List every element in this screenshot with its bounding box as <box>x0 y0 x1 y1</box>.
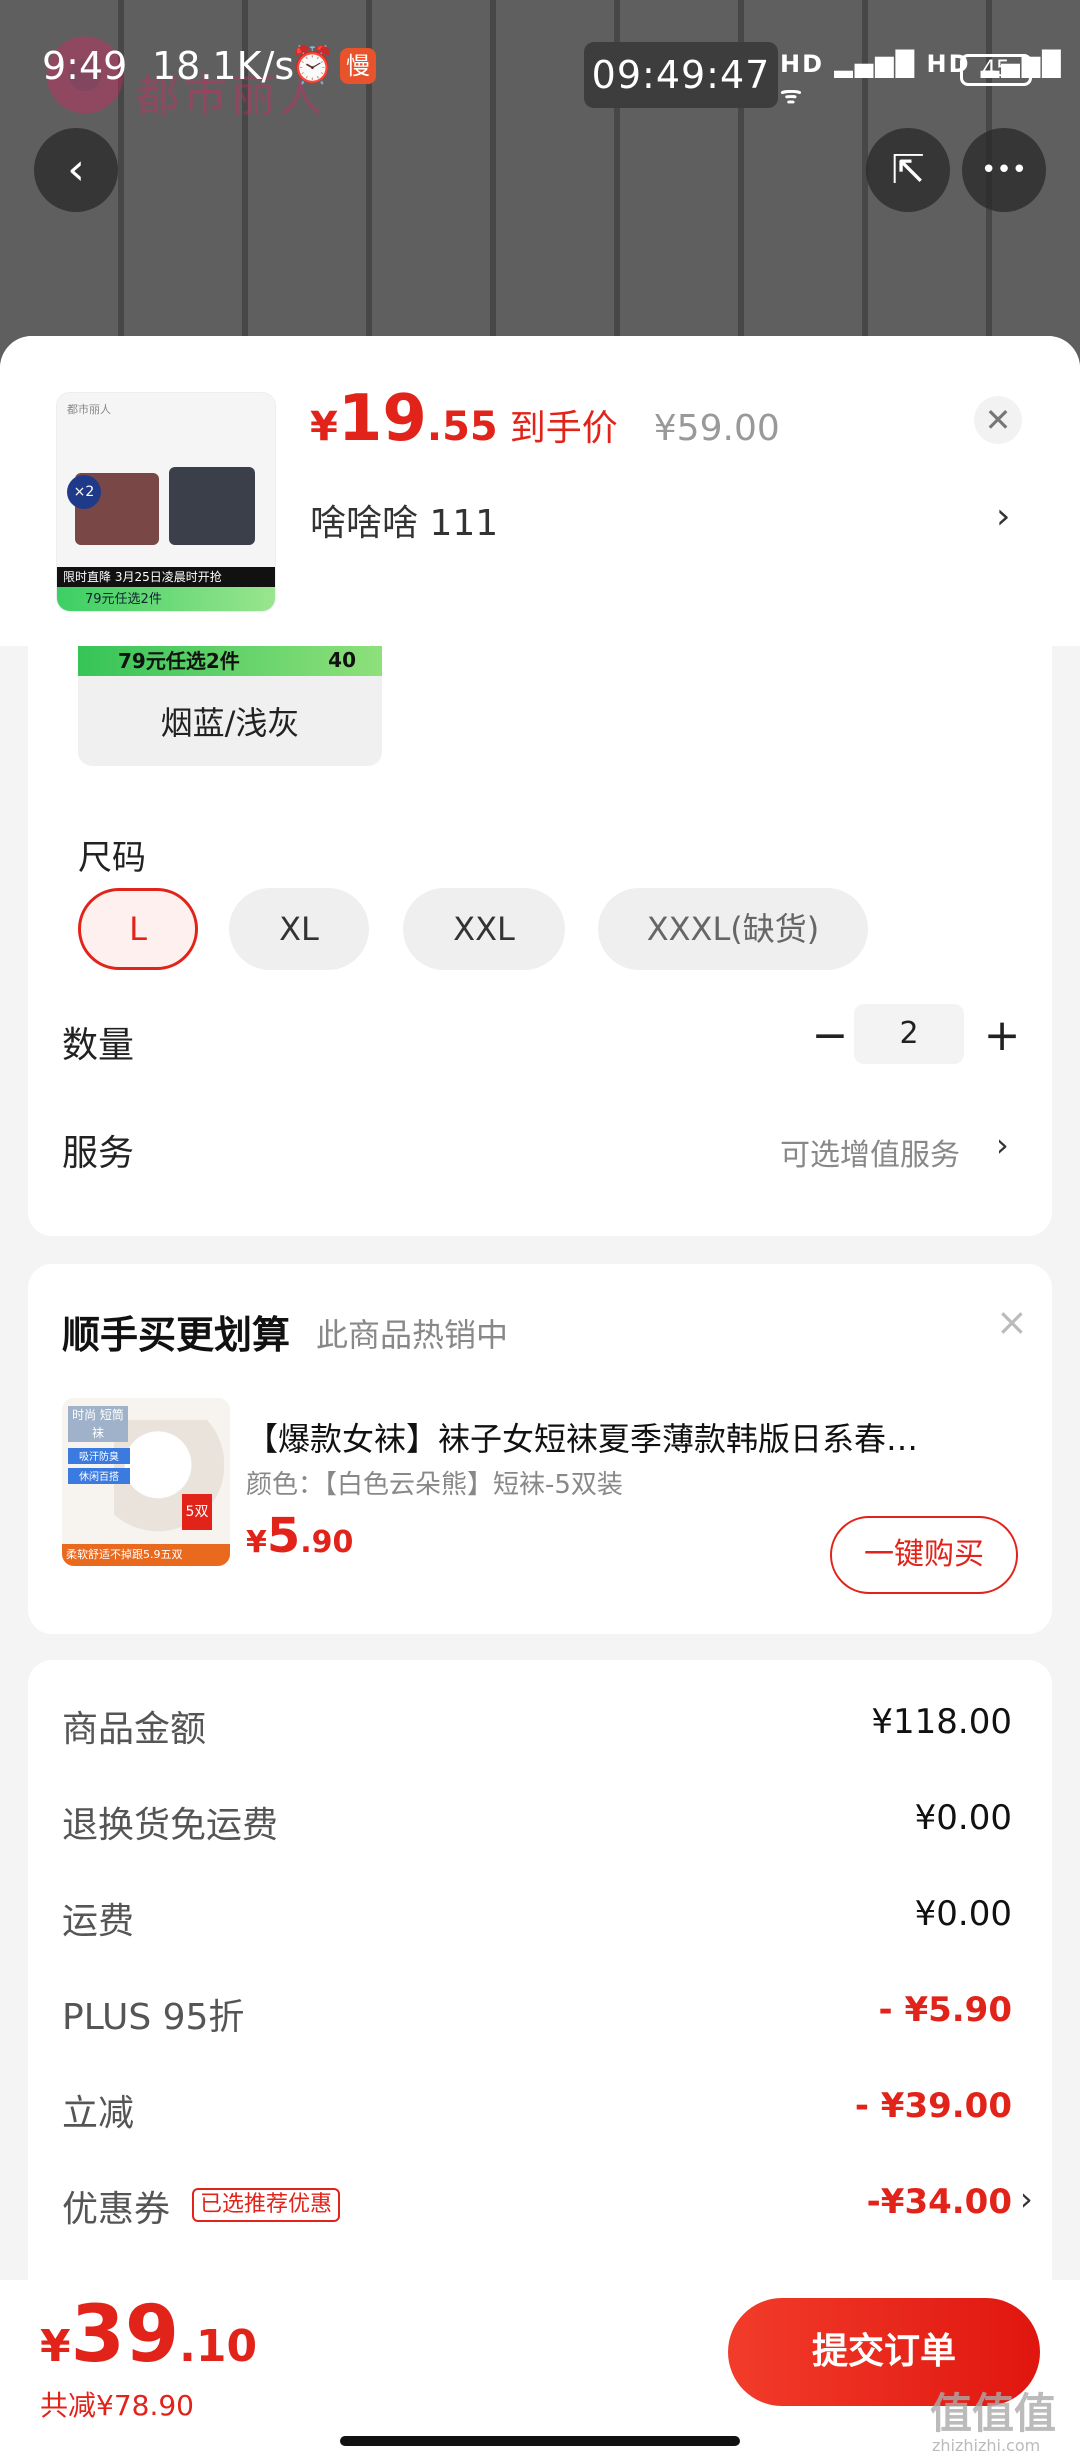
signal-icon: HD ▂▄▆█ HD ▂▄▆█ ᯤ <box>780 50 1063 109</box>
quantity-label: 数量 <box>62 1025 135 1066</box>
thumb-bottom-bar: 柔软舒适不掉跟5.9五双 <box>62 1544 230 1566</box>
thumb-badge: ×2 <box>67 475 101 509</box>
coupon-row[interactable]: 优惠券 已选推荐优惠 -¥34.00 <box>62 2180 1012 2230</box>
total-decimal: .10 <box>179 2321 258 2372</box>
summary-value: ¥0.00 <box>914 1798 1012 1838</box>
upsell-product-spec: 颜色：【白色云朵熊】短袜-5双装 <box>246 1470 623 1500</box>
selected-spec[interactable]: 啥啥啥 111 <box>310 494 498 546</box>
one-click-buy-button[interactable]: 一键购买 <box>830 1516 1018 1594</box>
summary-label: 退换货免运费 <box>62 1805 279 1846</box>
home-indicator[interactable] <box>340 2436 740 2446</box>
network-speed: 18.1K/s <box>152 44 295 88</box>
price-integer: 19 <box>337 382 427 456</box>
order-sheet: 都市丽人 ×2 限时直降 3月25日凌晨时开抢 79元任选2件 ¥ 19 .55… <box>0 336 1080 2300</box>
thumb-tag: 时尚 短筒袜 <box>68 1406 128 1442</box>
close-button[interactable]: ✕ <box>974 396 1022 444</box>
coupon-tag: 已选推荐优惠 <box>192 2188 341 2222</box>
thumb-logo: 都市丽人 <box>67 403 111 416</box>
thumb-tag: 休闲百搭 <box>68 1468 130 1484</box>
final-price-label: 到手价 <box>509 408 618 449</box>
watermark-url: zhizhizhi.com <box>932 2436 1041 2455</box>
options-panel: 79元任选2件 40 烟蓝/浅灰 尺码 L XL XXL XXXL(缺货) 数量… <box>28 646 1052 1236</box>
size-option-l[interactable]: L <box>78 888 198 970</box>
total-price: ¥ 39 .10 <box>40 2290 257 2380</box>
upsell-price-currency: ¥ <box>246 1525 267 1560</box>
price-currency: ¥ <box>310 404 338 450</box>
upsell-thumbnail[interactable]: 时尚 短筒袜 吸汗防臭 休闲百搭 5双 柔软舒适不掉跟5.9五双 <box>62 1398 230 1566</box>
chevron-right-icon[interactable]: › <box>996 1126 1009 1164</box>
size-option-xl[interactable]: XL <box>229 888 369 970</box>
size-option-xxl[interactable]: XXL <box>403 888 565 970</box>
close-icon: ✕ <box>984 401 1012 439</box>
summary-label: 运费 <box>62 1901 135 1942</box>
upsell-close-icon[interactable]: × <box>996 1300 1028 1344</box>
product-image-right <box>169 467 255 545</box>
upsell-subtitle: 此商品热销中 <box>316 1316 509 1354</box>
back-button[interactable]: ‹ <box>34 128 118 212</box>
quantity-increase-button[interactable]: + <box>972 1006 1032 1066</box>
price-row: ¥ 19 .55 到手价 ¥59.00 <box>310 382 780 456</box>
summary-value: ¥0.00 <box>914 1894 1012 1934</box>
upsell-panel: 顺手买更划算 此商品热销中 × 时尚 短筒袜 吸汗防臭 休闲百搭 5双 柔软舒适… <box>28 1264 1052 1634</box>
product-thumbnail[interactable]: 都市丽人 ×2 限时直降 3月25日凌晨时开抢 79元任选2件 <box>56 392 276 612</box>
upsell-product-name[interactable]: 【爆款女袜】袜子女短袜夏季薄款韩版日系春… <box>246 1414 1036 1460</box>
battery-icon: 45 <box>960 54 1032 86</box>
summary-value: -¥34.00 <box>866 2182 1012 2222</box>
quantity-decrease-button[interactable]: − <box>800 1006 860 1066</box>
color-option[interactable]: 79元任选2件 40 烟蓝/浅灰 <box>78 646 382 766</box>
bottom-bar: ¥ 39 .10 共减¥78.90 提交订单 值值值 zhizhizhi.com <box>0 2280 1080 2460</box>
summary-label: 商品金额 <box>62 1709 207 1750</box>
status-time: 9:49 <box>42 44 128 88</box>
total-currency: ¥ <box>40 2321 71 2372</box>
summary-label: 优惠券 <box>62 2189 171 2230</box>
chevron-right-icon[interactable]: › <box>996 496 1010 537</box>
upsell-title: 顺手买更划算 <box>62 1313 291 1357</box>
thumb-deal-bar: 79元任选2件 <box>57 587 275 611</box>
summary-label: PLUS 95折 <box>62 1997 245 2038</box>
service-label: 服务 <box>62 1133 135 1174</box>
color-option-promo-number: 40 <box>328 648 356 672</box>
thumb-promo-bar: 限时直降 3月25日凌晨时开抢 <box>57 567 275 587</box>
summary-row: PLUS 95折 - ¥5.90 <box>62 1988 1012 2038</box>
summary-row: 立减 - ¥39.00 <box>62 2084 1012 2134</box>
watermark: 值值值 <box>930 2389 1057 2438</box>
status-bar: 9:49 18.1K/s ⏰ 慢 09:49:47 HD ▂▄▆█ HD ▂▄▆… <box>0 0 1080 140</box>
thumb-tag: 吸汗防臭 <box>68 1448 130 1464</box>
chevron-right-icon[interactable]: › <box>1020 2180 1033 2218</box>
size-label: 尺码 <box>78 838 146 878</box>
size-option-xxxl[interactable]: XXXL(缺货) <box>598 888 868 970</box>
summary-value: - ¥39.00 <box>854 2086 1012 2126</box>
back-icon: ‹ <box>67 144 85 195</box>
service-value[interactable]: 可选增值服务 <box>780 1130 960 1174</box>
more-icon: ••• <box>980 155 1027 185</box>
thumb-badge: 5双 <box>182 1494 212 1530</box>
total-integer: 39 <box>70 2290 180 2380</box>
summary-row: 退换货免运费 ¥0.00 <box>62 1796 1012 1846</box>
color-option-label: 烟蓝/浅灰 <box>160 704 300 742</box>
screen-recording-clock: 09:49:47 <box>584 42 778 108</box>
share-icon: ⇱ <box>891 147 925 193</box>
summary-row: 运费 ¥0.00 <box>62 1892 1012 1942</box>
upsell-price: ¥ 5 .90 <box>246 1508 353 1564</box>
summary-value: - ¥5.90 <box>878 1990 1013 2030</box>
upsell-price-integer: 5 <box>266 1508 301 1564</box>
summary-row: 商品金额 ¥118.00 <box>62 1700 1012 1750</box>
sheet-header: 都市丽人 ×2 限时直降 3月25日凌晨时开抢 79元任选2件 ¥ 19 .55… <box>0 336 1080 646</box>
upsell-price-decimal: .90 <box>300 1525 354 1560</box>
summary-panel: 商品金额 ¥118.00 退换货免运费 ¥0.00 运费 ¥0.00 PLUS … <box>28 1660 1052 2300</box>
summary-value: ¥118.00 <box>871 1702 1012 1742</box>
summary-label: 立减 <box>62 2093 135 2134</box>
total-saved: 共减¥78.90 <box>40 2389 194 2422</box>
original-price: ¥59.00 <box>653 408 780 449</box>
slow-network-badge: 慢 <box>340 48 376 84</box>
alarm-icon: ⏰ <box>290 45 335 86</box>
price-decimal: .55 <box>426 404 498 450</box>
quantity-input[interactable]: 2 <box>854 1004 964 1064</box>
more-button[interactable]: ••• <box>962 128 1046 212</box>
share-button[interactable]: ⇱ <box>866 128 950 212</box>
